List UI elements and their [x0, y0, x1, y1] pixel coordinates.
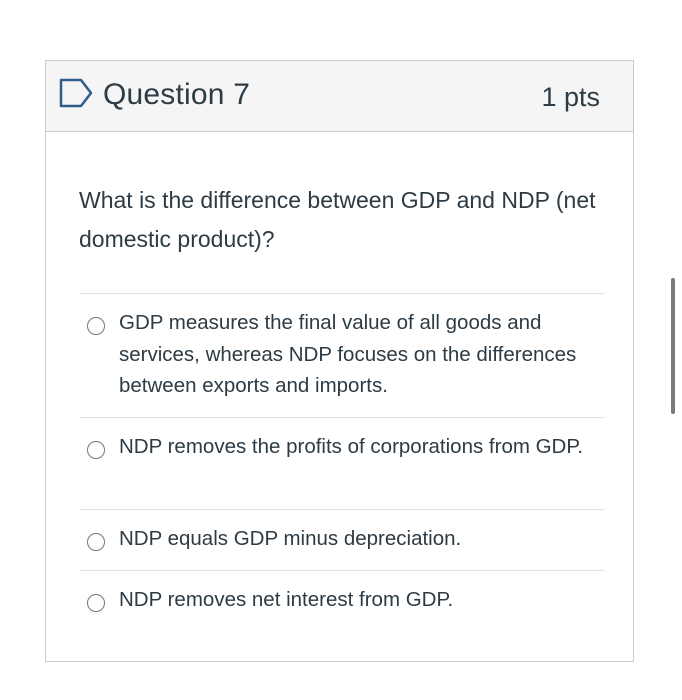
question-card: Question 7 1 pts What is the difference …: [45, 60, 634, 662]
radio-button[interactable]: [87, 441, 105, 459]
question-text: What is the difference between GDP and N…: [79, 187, 596, 252]
flag-outline-icon[interactable]: [59, 78, 93, 108]
radio-button[interactable]: [87, 317, 105, 335]
question-title: Question 7: [103, 78, 251, 111]
radio-button[interactable]: [87, 533, 105, 551]
answer-option[interactable]: NDP equals GDP minus depreciation.: [79, 509, 605, 570]
radio-button[interactable]: [87, 594, 105, 612]
answer-label[interactable]: NDP equals GDP minus depreciation.: [119, 523, 589, 555]
answer-label[interactable]: NDP removes net interest from GDP.: [119, 584, 589, 616]
answer-list: GDP measures the final value of all good…: [79, 293, 605, 631]
scrollbar-thumb[interactable]: [671, 278, 675, 414]
answer-label[interactable]: NDP removes the profits of corporations …: [119, 431, 589, 463]
answer-option[interactable]: NDP removes net interest from GDP.: [79, 570, 605, 631]
question-header: Question 7 1 pts: [46, 61, 633, 132]
question-points: 1 pts: [541, 82, 600, 112]
answer-label[interactable]: GDP measures the final value of all good…: [119, 307, 589, 402]
answer-option[interactable]: NDP removes the profits of corporations …: [79, 417, 605, 509]
answer-option[interactable]: GDP measures the final value of all good…: [79, 293, 605, 417]
